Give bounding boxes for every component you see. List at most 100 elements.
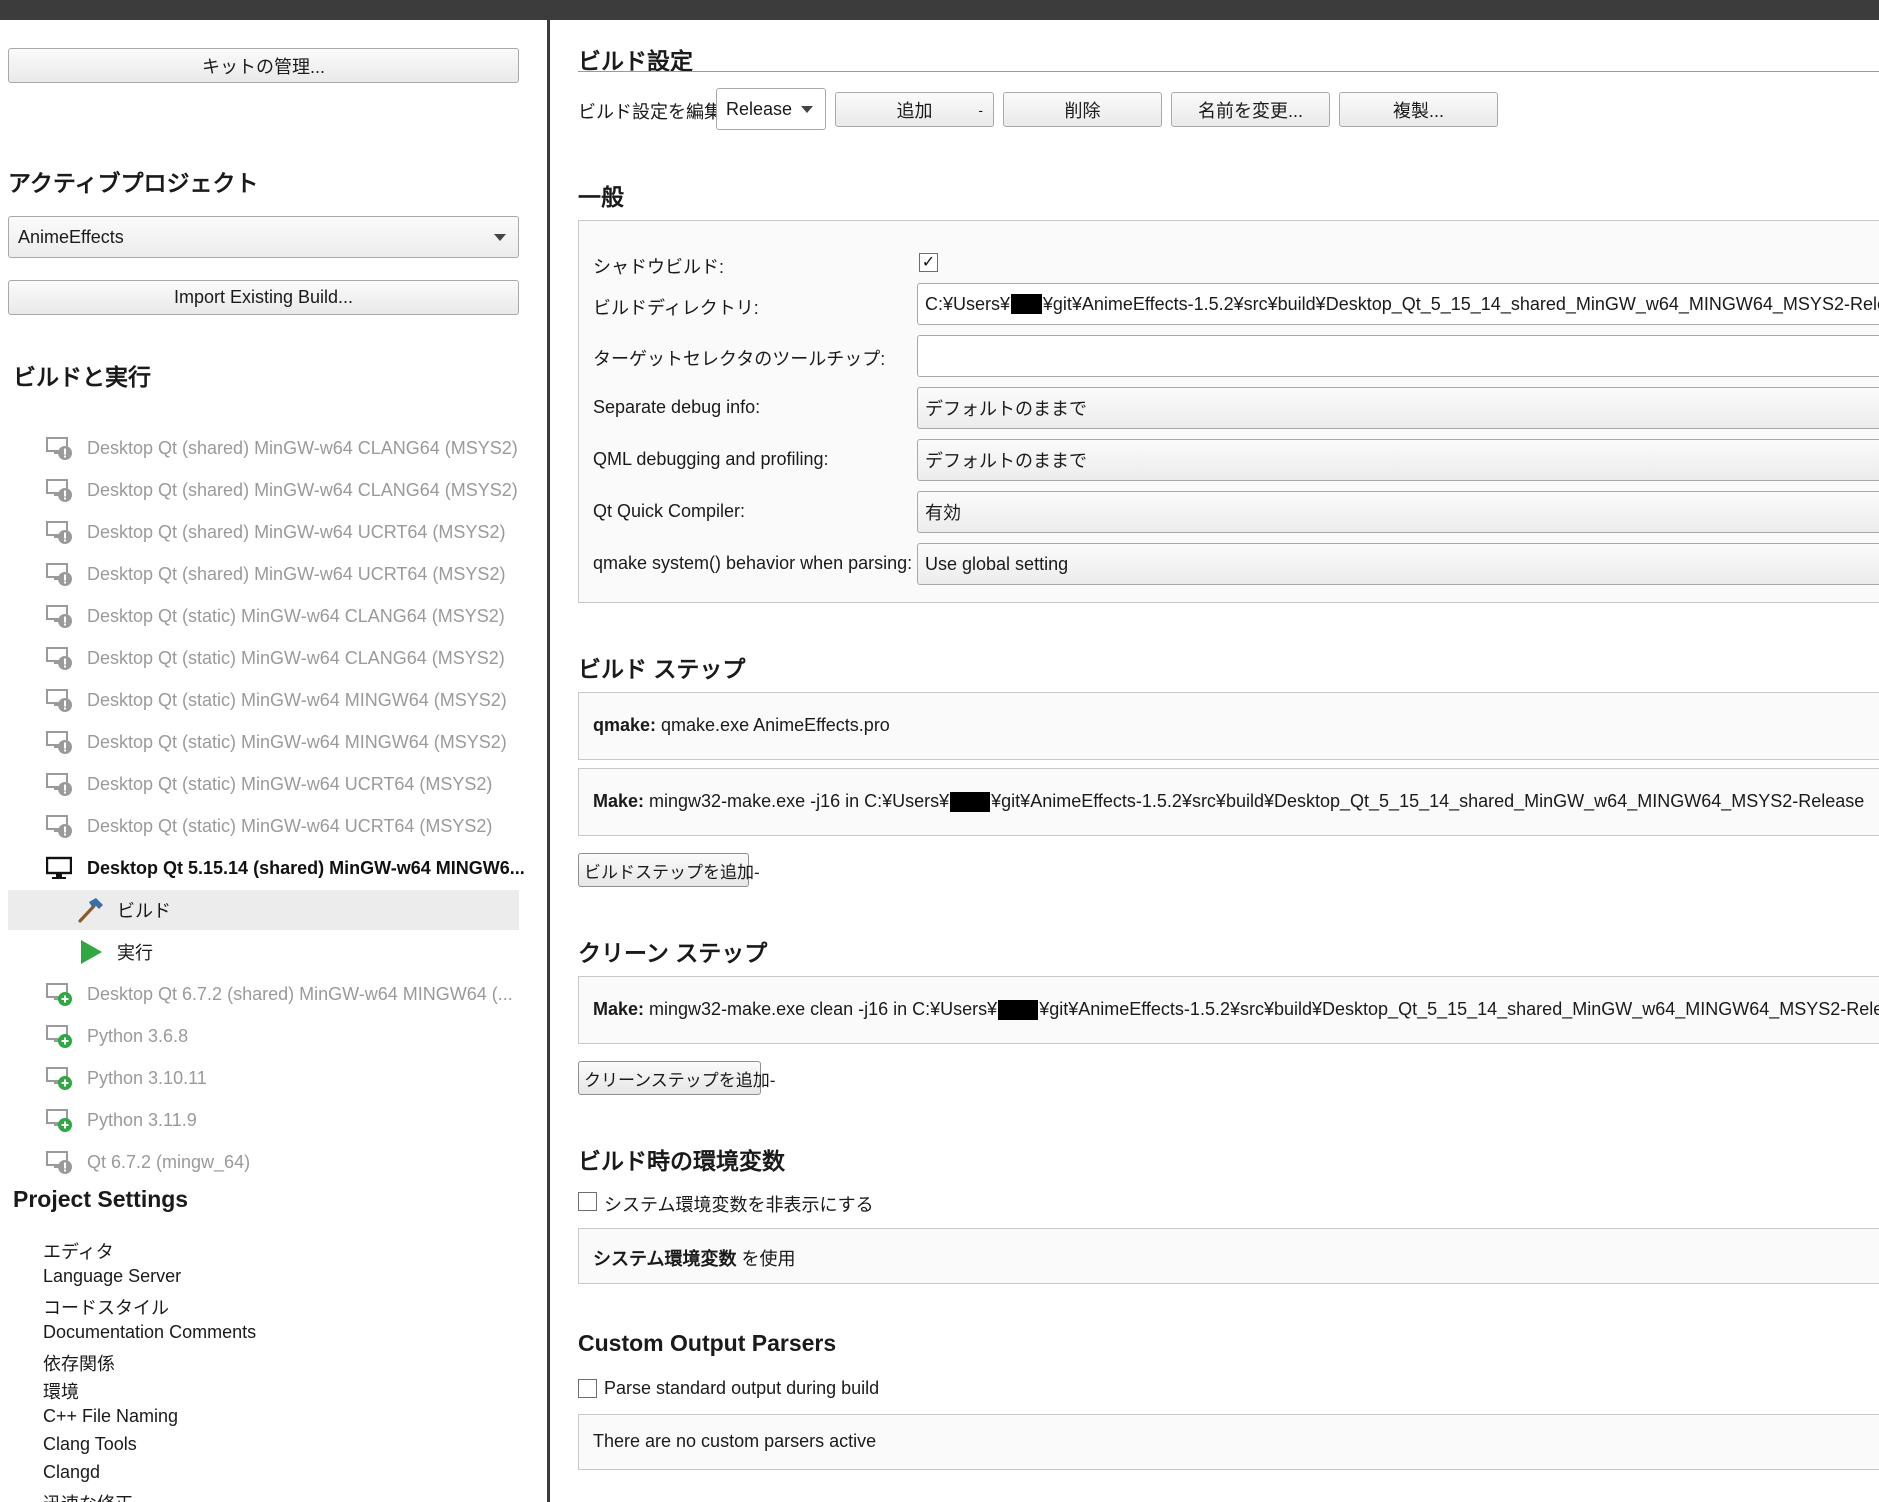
- edit-config-label: ビルド設定を編集:: [578, 102, 728, 122]
- kit-label: Desktop Qt (shared) MinGW-w64 CLANG64 (M…: [87, 479, 518, 500]
- kit-item[interactable]: Desktop Qt (static) MinGW-w64 CLANG64 (M…: [0, 638, 540, 678]
- build-config-value: Release: [726, 98, 793, 119]
- active-project-value: AnimeEffects: [18, 226, 124, 247]
- kit-label: Desktop Qt (shared) MinGW-w64 CLANG64 (M…: [87, 437, 518, 458]
- project-settings-item[interactable]: Clang Tools: [43, 1434, 137, 1455]
- kit-label: Desktop Qt (static) MinGW-w64 CLANG64 (M…: [87, 647, 505, 668]
- build-dir-suffix: ¥git¥AnimeEffects-1.5.2¥src¥build¥Deskto…: [1042, 293, 1879, 314]
- monitor-warning-icon: [46, 1151, 72, 1174]
- project-settings-item[interactable]: 環境: [43, 1378, 79, 1404]
- parse-stdout-label: Parse standard output during build: [604, 1378, 880, 1398]
- kit-item[interactable]: Python 3.11.9: [0, 1100, 540, 1140]
- build-config-combo[interactable]: Release: [716, 88, 826, 130]
- sidebar-item-run[interactable]: 実行: [8, 932, 519, 972]
- project-settings-item[interactable]: コードスタイル: [43, 1294, 169, 1320]
- clean-steps-heading: クリーン ステップ: [578, 940, 768, 966]
- add-clean-step-button[interactable]: クリーンステップを追加-: [578, 1061, 775, 1095]
- kit-item[interactable]: Python 3.10.11: [0, 1058, 540, 1098]
- redacted-username: [998, 1000, 1039, 1021]
- hide-sys-env-label: システム環境変数を非表示にする: [604, 1195, 874, 1215]
- qmake-step-panel[interactable]: qmake: qmake.exe AnimeEffects.pro: [578, 692, 1879, 760]
- project-settings-item[interactable]: Documentation Comments: [43, 1322, 256, 1343]
- add-build-step-button[interactable]: ビルドステップを追加-: [578, 853, 760, 887]
- clean-step-panel[interactable]: Make: mingw32-make.exe clean -j16 in C:¥…: [578, 976, 1879, 1044]
- monitor-warning-icon: [46, 647, 72, 670]
- kit-label: Desktop Qt (static) MinGW-w64 MINGW64 (M…: [87, 731, 507, 752]
- kit-label: Desktop Qt (shared) MinGW-w64 UCRT64 (MS…: [87, 563, 506, 584]
- kit-item[interactable]: Python 3.6.8: [0, 1016, 540, 1056]
- project-settings-item[interactable]: C++ File Naming: [43, 1406, 178, 1427]
- build-dir-input[interactable]: C:¥Users¥ ¥git¥AnimeEffects-1.5.2¥src¥bui…: [917, 283, 1879, 325]
- monitor-warning-icon: [46, 815, 72, 838]
- manage-kits-button[interactable]: キットの管理...: [8, 48, 519, 83]
- build-dir-prefix: C:¥Users¥: [925, 293, 1011, 314]
- target-tooltip-input[interactable]: [917, 335, 1879, 377]
- make-step-panel[interactable]: Make: mingw32-make.exe -j16 in C:¥Users¥…: [578, 768, 1879, 836]
- kit-item-active[interactable]: Desktop Qt 5.15.14 (shared) MinGW-w64 MI…: [0, 848, 540, 888]
- hide-sys-env-checkbox[interactable]: [578, 1192, 597, 1211]
- kit-item[interactable]: Desktop Qt (shared) MinGW-w64 UCRT64 (MS…: [0, 554, 540, 594]
- add-config-label: 追加: [896, 100, 933, 121]
- use-sys-env-rest: を使用: [736, 1249, 796, 1269]
- project-settings-item[interactable]: エディタ: [43, 1238, 114, 1264]
- kit-label: Desktop Qt (static) MinGW-w64 CLANG64 (M…: [87, 605, 505, 626]
- project-settings-item[interactable]: Clangd: [43, 1462, 100, 1483]
- custom-parsers-panel: There are no custom parsers active: [578, 1414, 1879, 1470]
- kit-item[interactable]: Desktop Qt (shared) MinGW-w64 CLANG64 (M…: [0, 470, 540, 510]
- kit-item[interactable]: Desktop Qt (shared) MinGW-w64 CLANG64 (M…: [0, 428, 540, 468]
- project-settings-item[interactable]: 迅速な修正: [43, 1490, 133, 1502]
- rename-config-button[interactable]: 名前を変更...: [1171, 92, 1330, 127]
- build-settings-panel: ビルド設定 ビルド設定を編集: Release 追加 - 削除 名前を変更...…: [550, 20, 1879, 1502]
- kit-item[interactable]: Desktop Qt (static) MinGW-w64 UCRT64 (MS…: [0, 806, 540, 846]
- chevron-down-icon: [801, 106, 813, 113]
- shadow-build-checkbox[interactable]: ✓: [919, 253, 938, 272]
- add-config-button[interactable]: 追加 -: [835, 92, 994, 127]
- make-step-suffix: ¥git¥AnimeEffects-1.5.2¥src¥build¥Deskto…: [991, 791, 1865, 811]
- qt-quick-combo[interactable]: 有効: [917, 491, 1879, 533]
- clone-config-button[interactable]: 複製...: [1339, 92, 1498, 127]
- qmake-system-combo[interactable]: Use global setting: [917, 543, 1879, 585]
- use-sys-env-line: システム環境変数 を使用: [593, 1245, 795, 1271]
- project-settings-heading: Project Settings: [13, 1186, 189, 1212]
- qmake-step-value: qmake.exe AnimeEffects.pro: [656, 715, 890, 735]
- parse-stdout-checkbox[interactable]: [578, 1379, 597, 1398]
- build-env-heading: ビルド時の環境変数: [578, 1148, 785, 1174]
- chevron-down-icon: [494, 234, 506, 241]
- qmake-step-key: qmake:: [593, 715, 657, 735]
- separate-debug-combo[interactable]: デフォルトのままで: [917, 387, 1879, 429]
- active-project-combo[interactable]: AnimeEffects: [8, 216, 519, 258]
- monitor-warning-icon: [46, 521, 72, 544]
- monitor-add-icon: [46, 1109, 72, 1132]
- kit-item[interactable]: Desktop Qt (shared) MinGW-w64 UCRT64 (MS…: [0, 512, 540, 552]
- kit-label: Python 3.10.11: [87, 1067, 207, 1088]
- sidebar-item-run-label: 実行: [117, 943, 153, 963]
- sidebar-item-build-label: ビルド: [117, 901, 171, 921]
- kit-item[interactable]: Desktop Qt (static) MinGW-w64 CLANG64 (M…: [0, 596, 540, 636]
- qml-debug-label: QML debugging and profiling:: [593, 449, 829, 469]
- import-existing-build-button[interactable]: Import Existing Build...: [8, 280, 519, 315]
- qml-debug-combo[interactable]: デフォルトのままで: [917, 439, 1879, 481]
- monitor-warning-icon: [46, 731, 72, 754]
- monitor-warning-icon: [46, 773, 72, 796]
- project-settings-item[interactable]: Language Server: [43, 1266, 181, 1287]
- heading-divider: [578, 71, 1879, 72]
- kit-label: Python 3.11.9: [87, 1109, 197, 1130]
- monitor-icon: [46, 856, 72, 879]
- general-heading: 一般: [578, 184, 624, 210]
- build-run-heading: ビルドと実行: [13, 364, 151, 390]
- play-icon: [81, 940, 102, 964]
- kit-item[interactable]: Qt 6.7.2 (mingw_64): [0, 1142, 540, 1182]
- kit-item[interactable]: Desktop Qt (static) MinGW-w64 MINGW64 (M…: [0, 680, 540, 720]
- clean-step-line: Make: mingw32-make.exe clean -j16 in C:¥…: [593, 999, 1879, 1021]
- kit-label: Python 3.6.8: [87, 1025, 189, 1046]
- kit-label: Desktop Qt 6.7.2 (shared) MinGW-w64 MING…: [87, 983, 513, 1004]
- qt-quick-label: Qt Quick Compiler:: [593, 501, 746, 521]
- sidebar-item-build[interactable]: ビルド: [8, 890, 519, 930]
- kit-label: Desktop Qt (static) MinGW-w64 UCRT64 (MS…: [87, 773, 493, 794]
- kit-item[interactable]: Desktop Qt (static) MinGW-w64 MINGW64 (M…: [0, 722, 540, 762]
- kit-item[interactable]: Desktop Qt (static) MinGW-w64 UCRT64 (MS…: [0, 764, 540, 804]
- build-steps-heading: ビルド ステップ: [578, 656, 746, 682]
- kit-item[interactable]: Desktop Qt 6.7.2 (shared) MinGW-w64 MING…: [0, 974, 540, 1014]
- project-settings-item[interactable]: 依存関係: [43, 1350, 115, 1376]
- delete-config-button[interactable]: 削除: [1003, 92, 1162, 127]
